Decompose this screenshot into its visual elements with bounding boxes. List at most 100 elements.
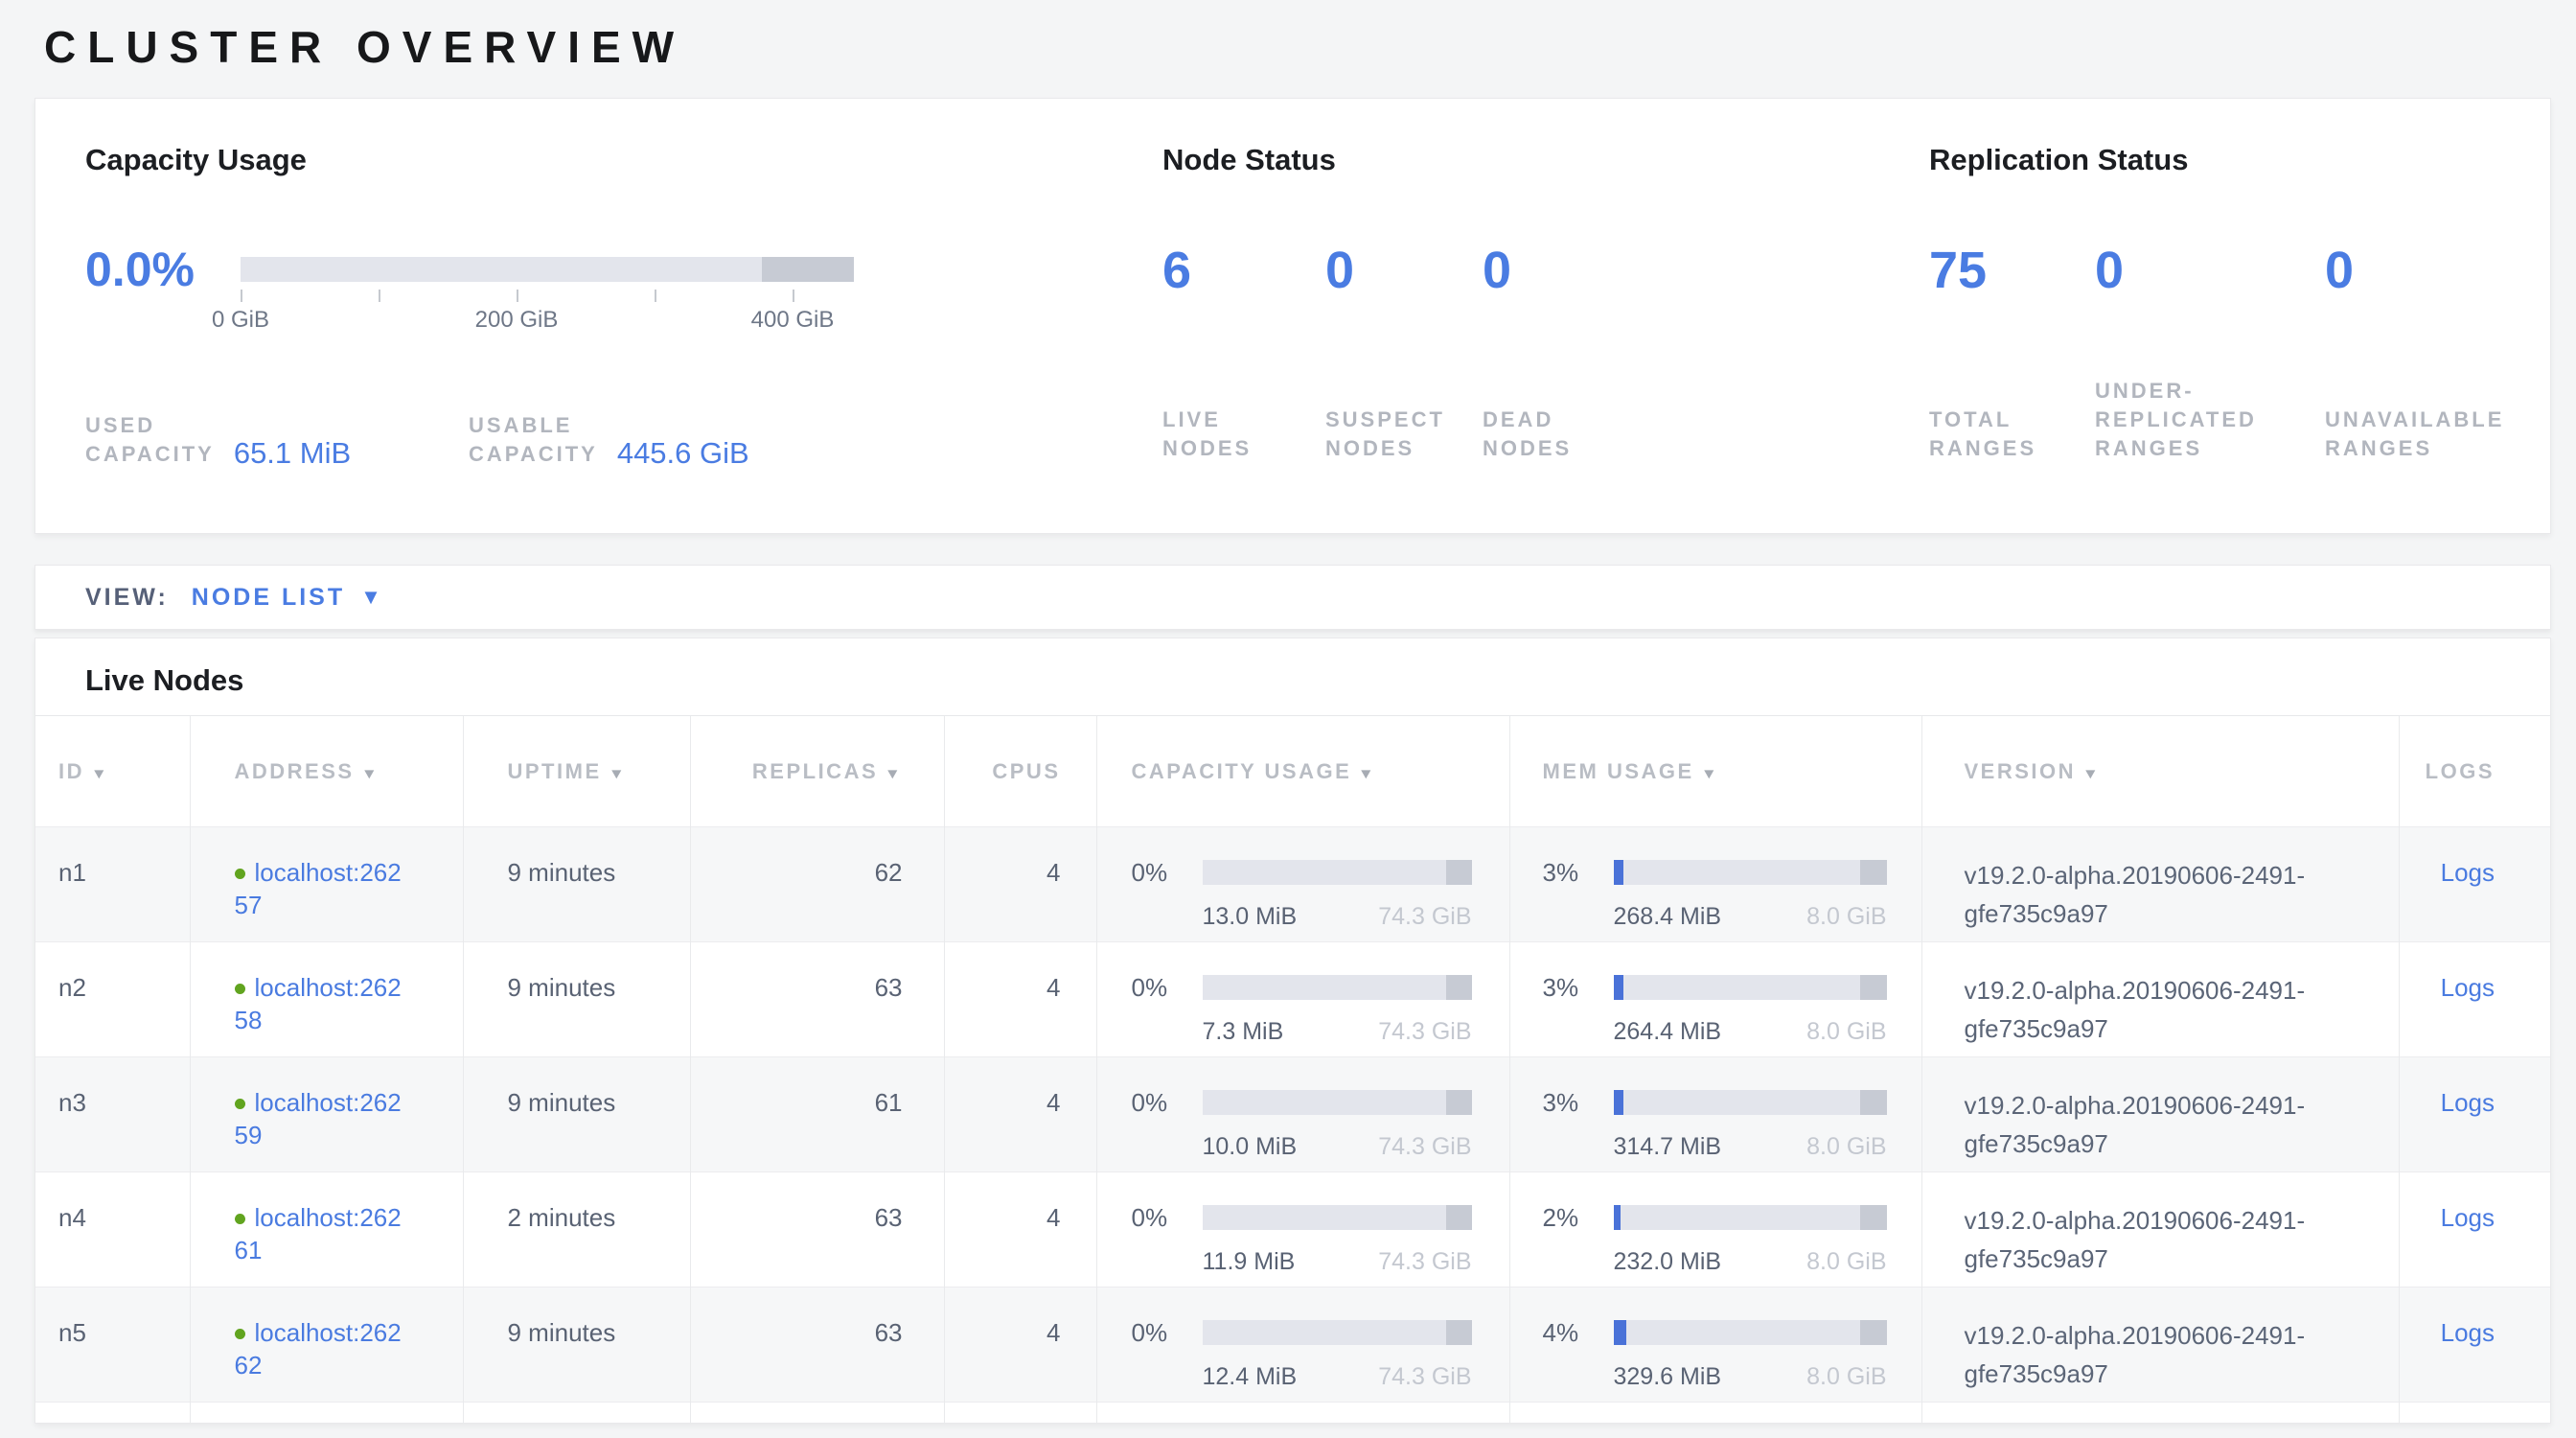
- memory-used-value: 329.6 MiB: [1614, 1360, 1722, 1393]
- uptime-cell: 9 minutes: [463, 1287, 690, 1403]
- replication-status-section: Replication Status 75 TOTALRANGES 0 UNDER-R…: [1929, 143, 2550, 533]
- node-id: n3: [58, 1088, 86, 1117]
- memory-used-value: 232.0 MiB: [1614, 1245, 1722, 1278]
- capacity-stat-label-line: CAPACITY: [469, 440, 598, 469]
- replication-metric-label-line: UNDER-: [2095, 377, 2325, 406]
- memory-usage-bar: [1614, 1090, 1887, 1115]
- memory-usage-widget: 3%268.4 MiB 8.0 GiB: [1543, 856, 1887, 933]
- cluster-overview-page: CLUSTER OVERVIEW Capacity Usage 0.0% 0 G…: [0, 0, 2576, 1424]
- memory-usage-bar: [1614, 1205, 1887, 1230]
- capacity-stat-label-line: USABLE: [469, 411, 598, 440]
- address-link[interactable]: localhost:262 57: [235, 858, 402, 919]
- node-status-title: Node Status: [1162, 143, 1929, 177]
- logs-link[interactable]: Logs: [2441, 973, 2495, 1002]
- capacity-used-value: 12.4 MiB: [1203, 1360, 1298, 1393]
- capacity-used-value: 7.3 MiB: [1203, 1015, 1284, 1048]
- replicas-cell: 63: [690, 1287, 944, 1403]
- chevron-down-icon: ▼: [360, 585, 384, 610]
- address-cell: localhost:262 58: [190, 942, 463, 1057]
- address-link[interactable]: localhost:262 59: [235, 1088, 402, 1149]
- memory-usage-widget: 2%232.0 MiB8.0 GiB: [1543, 1201, 1887, 1278]
- capacity-bar: [241, 257, 854, 282]
- capacity-usage-cell: 0%10.0 MiB74.3 GiB: [1096, 1057, 1509, 1172]
- capacity-usage-percent: 0%: [1132, 1201, 1203, 1234]
- replicas-cell: 63: [690, 1172, 944, 1287]
- memory-total-value: 8.0 GiB: [1806, 900, 1886, 933]
- replication-status-title: Replication Status: [1929, 143, 2550, 177]
- capacity-usage-reserved-segment: [1446, 1205, 1472, 1230]
- memory-total-value: 8.0 GiB: [1806, 1130, 1886, 1163]
- sort-caret-icon: ▼: [2082, 766, 2102, 782]
- replication-metric-label-line: TOTAL: [1929, 406, 2095, 434]
- logs-link[interactable]: Logs: [2441, 858, 2495, 887]
- column-header-version[interactable]: VERSION▼: [1921, 716, 2399, 827]
- replication-metric-value: 75: [1929, 241, 2095, 300]
- column-header-uptime[interactable]: UPTIME ▼: [463, 716, 690, 827]
- column-header-replicas[interactable]: REPLICAS▼: [690, 716, 944, 827]
- replication-metric-label: TOTALRANGES: [1929, 406, 2095, 463]
- column-header-label: MEM USAGE: [1543, 759, 1694, 783]
- memory-usage-widget: 3%264.4 MiB8.0 GiB: [1543, 971, 1887, 1048]
- column-header-mem-usage[interactable]: MEM USAGE▼: [1509, 716, 1921, 827]
- column-header-address[interactable]: ADDRESS▼: [190, 716, 463, 827]
- table-row-partial: [35, 1403, 2551, 1425]
- node-status-metric-label-line: DEAD: [1483, 406, 1572, 434]
- node-status-metric-value: 6: [1162, 241, 1325, 300]
- node-status-metric: 0DEADNODES: [1483, 241, 1572, 463]
- cpus-value: 4: [1046, 1318, 1060, 1347]
- uptime-cell: 2 minutes: [463, 1172, 690, 1287]
- capacity-usage-section: Capacity Usage 0.0% 0 GiB200 GiB400 GiB …: [85, 143, 1162, 533]
- address-cell: localhost:262 61: [190, 1172, 463, 1287]
- capacity-usage-bar: [1203, 975, 1472, 1000]
- uptime-value: 9 minutes: [508, 1088, 616, 1117]
- node-status-metric: 0SUSPECTNODES: [1325, 241, 1483, 463]
- memory-used-value: 268.4 MiB: [1614, 900, 1722, 933]
- capacity-usage-percent: 0%: [1132, 1086, 1203, 1119]
- address-link[interactable]: localhost:262 61: [235, 1203, 402, 1264]
- cpus-cell: 4: [944, 827, 1096, 942]
- node-status-metric-label: LIVENODES: [1162, 406, 1325, 463]
- address-cell: localhost:262 59: [190, 1057, 463, 1172]
- cpus-cell: 4: [944, 1287, 1096, 1403]
- column-header-id[interactable]: ID▼: [35, 716, 190, 827]
- capacity-usage-widget: 0%11.9 MiB74.3 GiB: [1132, 1201, 1472, 1278]
- memory-total-value: 8.0 GiB: [1806, 1360, 1886, 1393]
- mem-usage-cell: 3%264.4 MiB8.0 GiB: [1509, 942, 1921, 1057]
- replication-metric-label: UNAVAILABLERANGES: [2325, 406, 2504, 463]
- live-node-dot-icon: [235, 1214, 245, 1224]
- column-header-label: CPUS: [992, 759, 1060, 783]
- address-link[interactable]: localhost:262 62: [235, 1318, 402, 1380]
- memory-used-value: 314.7 MiB: [1614, 1130, 1722, 1163]
- capacity-usage-widget: 0%7.3 MiB74.3 GiB: [1132, 971, 1472, 1048]
- column-header-label: UPTIME: [508, 759, 602, 783]
- page-title: CLUSTER OVERVIEW: [34, 0, 2551, 98]
- capacity-stat-label-line: CAPACITY: [85, 440, 215, 469]
- node-id: n2: [58, 973, 86, 1002]
- table-header-row: ID▼ADDRESS▼UPTIME▼REPLICAS▼CPUSCAPACITY …: [35, 716, 2551, 827]
- node-id-cell: n4: [35, 1172, 190, 1287]
- replication-metric: 0UNAVAILABLERANGES: [2325, 241, 2504, 463]
- memory-usage-widget: 4%329.6 MiB8.0 GiB: [1543, 1316, 1887, 1393]
- replication-metric-label-line: RANGES: [1929, 434, 2095, 463]
- address-link[interactable]: localhost:262 58: [235, 973, 402, 1034]
- view-dropdown[interactable]: NODE LIST ▼: [192, 584, 384, 612]
- capacity-usage-chart: 0 GiB200 GiB400 GiB: [241, 257, 854, 282]
- column-header-capacity-usage[interactable]: CAPACITY USAGE▼: [1096, 716, 1509, 827]
- column-header-label: REPLICAS: [752, 759, 878, 783]
- capacity-stat: USEDCAPACITY65.1 MiB: [85, 411, 469, 469]
- replication-metric-value: 0: [2095, 241, 2325, 300]
- capacity-used-value: 13.0 MiB: [1203, 900, 1298, 933]
- sort-caret-icon: ▼: [608, 766, 627, 782]
- logs-link[interactable]: Logs: [2441, 1318, 2495, 1347]
- uptime-cell: 9 minutes: [463, 942, 690, 1057]
- capacity-usage-percent: 0%: [1132, 1316, 1203, 1349]
- node-status-metric-label-line: NODES: [1483, 434, 1572, 463]
- memory-usage-percent: 3%: [1543, 856, 1614, 889]
- replication-metric-label: UNDER-REPLICATEDRANGES: [2095, 377, 2325, 463]
- memory-usage-reserved-segment: [1860, 860, 1886, 885]
- mem-usage-cell: 2%232.0 MiB8.0 GiB: [1509, 1172, 1921, 1287]
- version-cell: v19.2.0-alpha.20190606-2491-gfe735c9a97: [1921, 827, 2399, 942]
- logs-link[interactable]: Logs: [2441, 1088, 2495, 1117]
- summary-panel: Capacity Usage 0.0% 0 GiB200 GiB400 GiB …: [34, 98, 2551, 534]
- logs-link[interactable]: Logs: [2441, 1203, 2495, 1232]
